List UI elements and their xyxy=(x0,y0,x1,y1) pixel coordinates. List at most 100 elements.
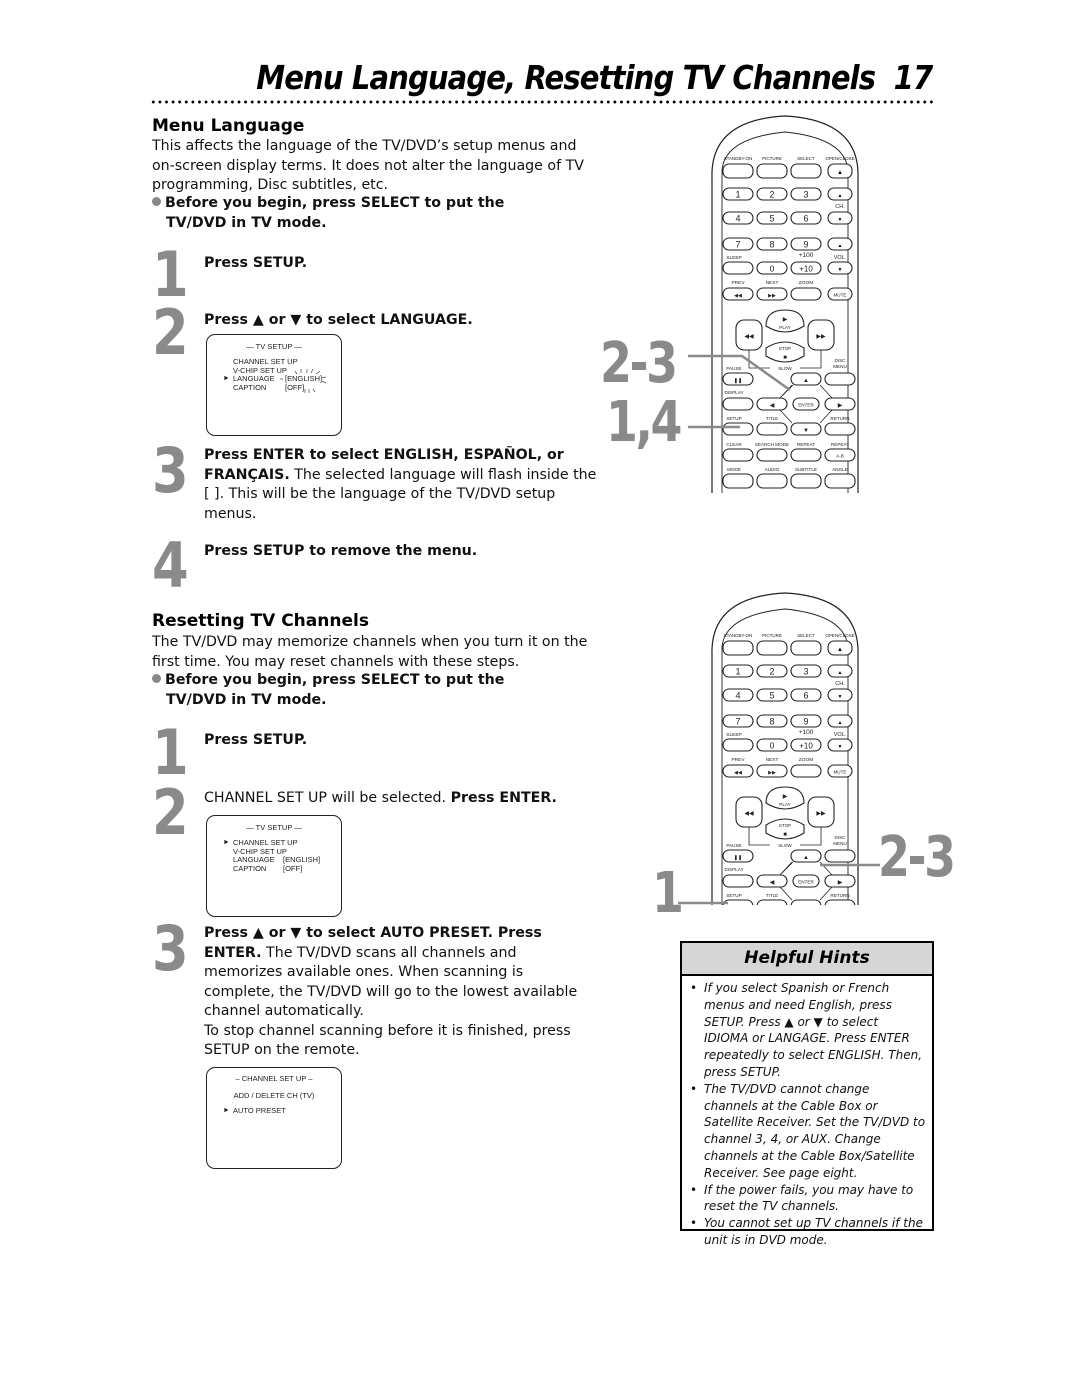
up-arrow-icon: ▲ xyxy=(803,855,809,861)
row-button xyxy=(722,473,754,489)
top-button xyxy=(722,640,754,656)
top-button-label: OPEN/CLOSE xyxy=(825,156,854,161)
menu-language-intro: This affects the language of the TV/DVD’… xyxy=(152,138,584,193)
step-number: 3 xyxy=(152,434,189,507)
return-label: RETURN xyxy=(830,893,849,898)
enter-label: ENTER xyxy=(798,403,814,408)
row-button xyxy=(756,448,788,462)
top-button-label: PICTURE xyxy=(762,633,782,638)
step-text: Press SETUP. xyxy=(204,732,308,748)
fast-forward-icon: ▶▶ xyxy=(816,811,826,817)
stop-label: STOP xyxy=(779,823,791,828)
display-label: DISPLAY xyxy=(724,390,743,395)
page-number: 17 xyxy=(893,58,933,97)
step-text: Press SETUP. xyxy=(204,255,308,271)
eject-icon: ▲ xyxy=(837,170,843,176)
mute-label: MUTE xyxy=(833,293,846,298)
menu-language-heading: Menu Language xyxy=(152,116,305,136)
selection-arrow-icon: ► xyxy=(223,839,230,846)
ch-label: CH. xyxy=(835,681,845,687)
vol-label: VOL. xyxy=(834,732,847,738)
hint-item: If the power fails, you may have to rese… xyxy=(682,1182,932,1216)
next-label: NEXT xyxy=(766,280,779,286)
up-arrow-icon: ▲ xyxy=(838,670,843,676)
pause-label: PAUSE xyxy=(726,366,741,371)
helpful-hints-heading: Helpful Hints xyxy=(682,943,932,976)
vol-label: VOL. xyxy=(834,255,847,261)
screen-title: — TV SETUP — xyxy=(246,342,302,351)
hint-item: You cannot set up TV channels if the uni… xyxy=(682,1215,932,1249)
row-button xyxy=(790,448,822,462)
menu-language-before: Before you begin, press SELECT to put th… xyxy=(152,194,597,233)
dotted-divider xyxy=(150,100,935,104)
row-button xyxy=(722,448,754,462)
setup-label: SETUP xyxy=(726,893,741,898)
disc-menu-button xyxy=(824,372,856,386)
top-button-label: SELECT xyxy=(797,156,815,161)
disc-label: DISC xyxy=(835,358,847,363)
setup-label: SETUP xyxy=(726,416,741,421)
screen-line: ADD / DELETE CH (TV) xyxy=(233,1091,315,1100)
callout-label: 2-3 xyxy=(600,331,678,396)
setup-button xyxy=(722,422,754,436)
right-arrow-icon: ▶ xyxy=(838,403,843,409)
prev-label: PREV xyxy=(731,280,745,286)
play-icon: ▶ xyxy=(783,794,788,800)
step-note: To stop channel scanning before it is fi… xyxy=(204,1022,571,1059)
flashing-indicator-icon xyxy=(280,368,327,393)
resetting-before: Before you begin, press SELECT to put th… xyxy=(152,671,597,710)
number-label: 2 xyxy=(769,190,774,200)
step-number: 4 xyxy=(152,529,189,602)
pause-icon: ❚❚ xyxy=(734,378,742,384)
number-label: 5 xyxy=(769,691,774,701)
screen-line: CAPTION xyxy=(233,382,267,392)
resetting-intro: The TV/DVD may memorize channels when yo… xyxy=(152,634,588,670)
left-arrow-icon: ◀ xyxy=(770,880,775,886)
step-text: Press ▲ or ▼ to select LANGUAGE. xyxy=(204,312,473,328)
number-label: 1 xyxy=(735,667,740,677)
angle-label: ANGLE xyxy=(832,467,848,472)
setup-button xyxy=(722,899,754,905)
top-button-label: SELECT xyxy=(797,633,815,638)
number-label: 7 xyxy=(735,717,740,727)
next-icon: ▶▶ xyxy=(768,770,776,776)
channel-setup-screen: – CHANNEL SET UP – ADD / DELETE CH (TV) … xyxy=(206,1067,342,1169)
return-label: RETURN xyxy=(830,416,849,421)
disc-menu-button xyxy=(824,849,856,863)
number-label: +10 xyxy=(799,265,813,274)
down-arrow-icon: ▼ xyxy=(803,428,809,434)
helpful-hints-box: Helpful Hints If you select Spanish or F… xyxy=(680,941,934,1247)
step-text: Press SETUP to remove the menu. xyxy=(204,543,478,559)
top-button xyxy=(756,163,788,179)
right-arrow-icon: ▶ xyxy=(838,880,843,886)
repeat-label: REPEAT xyxy=(797,442,815,447)
remote-control-illustration: STANDBY-ON PICTURE SELECT OPEN/CLOSE ▲ 1 2 3 4 5 6… xyxy=(711,115,859,493)
left-arrow-icon: ◀ xyxy=(770,403,775,409)
top-button xyxy=(790,163,822,179)
zoom-label: ZOOM xyxy=(799,280,813,286)
number-label: 3 xyxy=(803,667,808,677)
pause-label: PAUSE xyxy=(726,843,741,848)
down-arrow-icon: ▼ xyxy=(838,267,843,273)
play-icon: ▶ xyxy=(783,317,788,323)
step-number: 3 xyxy=(152,912,189,985)
stop-label: STOP xyxy=(779,346,791,351)
next-label: NEXT xyxy=(766,757,779,763)
plus100-label: +100 xyxy=(799,729,814,736)
prev-icon: ◀◀ xyxy=(734,293,742,299)
hint-item: If you select Spanish or French menus an… xyxy=(682,980,932,1081)
number-label: 4 xyxy=(735,214,740,224)
screen-menu: ► CHANNEL SET UP V-CHIP SET UP LANGUAGE … xyxy=(207,838,341,879)
number-label: 8 xyxy=(769,717,774,727)
up-arrow-icon: ▲ xyxy=(803,378,809,384)
before-line1: Before you begin, press SELECT to put th… xyxy=(165,672,505,688)
ch-label: CH. xyxy=(835,204,845,210)
up-arrow-icon: ▲ xyxy=(838,243,843,249)
number-label: 4 xyxy=(735,691,740,701)
step-number: 2 xyxy=(152,296,189,369)
slow-label: SLOW xyxy=(778,366,792,371)
top-button-label: OPEN/CLOSE xyxy=(825,633,854,638)
up-arrow-icon: ▲ xyxy=(838,193,843,199)
row-button xyxy=(790,473,822,489)
number-label: +10 xyxy=(799,742,813,751)
